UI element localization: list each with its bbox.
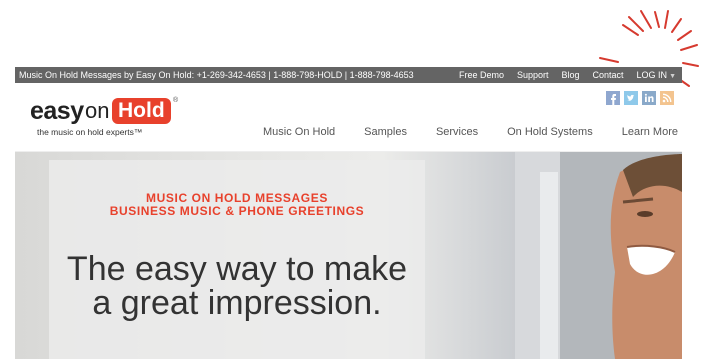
social-links [606,91,674,105]
rss-icon[interactable] [660,91,674,105]
chevron-down-icon: ▼ [669,73,676,80]
linkedin-icon[interactable] [642,91,656,105]
login-label: LOG IN [636,70,668,80]
hero-subheading-2: BUSINESS MUSIC & PHONE GREETINGS [109,204,365,218]
main-nav: Music On Hold Samples Services On Hold S… [263,126,678,138]
nav-learn-more[interactable]: Learn More [622,126,678,138]
hero-text-panel: MUSIC ON HOLD MESSAGES BUSINESS MUSIC & … [49,160,425,359]
website-frame: Music On Hold Messages by Easy On Hold: … [15,67,682,359]
hero-title-line-2: a great impression. [92,284,382,322]
logo-tagline: the music on hold experts™ [37,127,143,137]
top-bar-phone-text: Music On Hold Messages by Easy On Hold: … [19,70,414,80]
easy-on-hold-logo[interactable]: easy on Hold ® the music on hold experts… [30,97,190,142]
twitter-icon[interactable] [624,91,638,105]
nav-music-on-hold[interactable]: Music On Hold [263,126,335,138]
top-bar: Music On Hold Messages by Easy On Hold: … [15,67,682,83]
facebook-icon[interactable] [606,91,620,105]
smiling-man-image [515,152,682,359]
nav-on-hold-systems[interactable]: On Hold Systems [507,126,593,138]
logo-hold: Hold [112,98,171,124]
logo-easy: easy [30,97,84,125]
hero-title-line-1: The easy way to make [66,250,408,288]
logo-registered-mark: ® [173,97,179,104]
nav-samples[interactable]: Samples [364,126,407,138]
site-header: easy on Hold ® the music on hold experts… [15,83,682,152]
logo-on: on [85,98,110,123]
hero-banner: MUSIC ON HOLD MESSAGES BUSINESS MUSIC & … [15,152,682,359]
nav-services[interactable]: Services [436,126,478,138]
